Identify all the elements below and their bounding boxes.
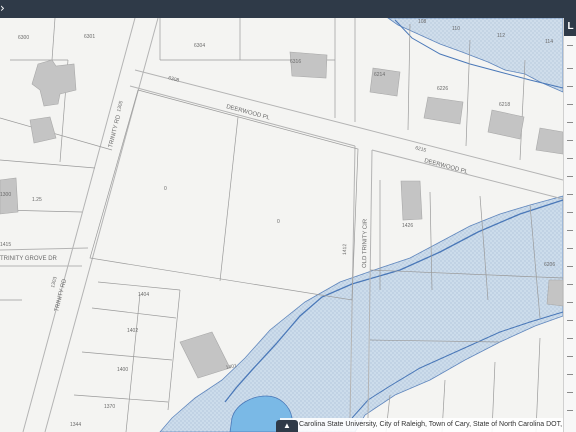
side-panel-header[interactable]: L <box>564 18 576 36</box>
panel-row <box>567 212 573 213</box>
parcel-label: 1426 <box>402 223 413 229</box>
panel-row <box>567 158 573 159</box>
building <box>289 51 328 79</box>
panel-row <box>567 45 573 46</box>
parcel-label: 6214 <box>374 72 385 78</box>
parcel-label: 108 <box>418 19 427 25</box>
parcel-label: 0 <box>164 186 167 192</box>
parcel-label: 1.25 <box>32 197 42 203</box>
panel-row <box>567 230 573 231</box>
panel-row <box>567 266 573 267</box>
parcel-label: 112 <box>497 33 505 39</box>
map-canvas[interactable]: DEERWOOD PL DEERWOOD PL TRINITY RD TRINI… <box>0 18 576 432</box>
street-label-trinity-grove-dr: TRINITY GROVE DR <box>0 256 58 262</box>
parcel-label: 6226 <box>437 86 448 92</box>
building <box>546 279 564 307</box>
parcel-label: 1402 <box>127 328 138 334</box>
parcel-label: 1300 <box>0 192 11 198</box>
panel-row <box>567 302 573 303</box>
panel-row <box>567 320 573 321</box>
panel-row <box>567 122 573 123</box>
parcel-label: 110 <box>452 26 460 32</box>
parcel-label: 6206 <box>544 262 555 268</box>
parcel-label: 114 <box>545 39 553 45</box>
parcel-label: 6300 <box>18 35 29 41</box>
building <box>535 127 564 155</box>
parcel-label: 6316 <box>290 59 301 65</box>
parcel-label: 1404 <box>138 292 149 298</box>
panel-row <box>567 338 573 339</box>
parcel-label: 0 <box>277 219 280 225</box>
street-label-old-trinity-cir: OLD TRINITY CIR <box>362 218 369 268</box>
panel-row <box>567 86 573 87</box>
panel-row <box>567 68 573 69</box>
panel-row <box>567 356 573 357</box>
panel-row <box>567 104 573 105</box>
parcel-label: 1400 <box>117 367 128 373</box>
chevron-up-icon[interactable]: ▲ <box>276 420 298 432</box>
menu-chevron-icon[interactable]: › <box>0 1 5 15</box>
panel-row <box>567 140 573 141</box>
parcel-label: 6301 <box>84 34 95 40</box>
parcel-label: 1344 <box>70 422 81 428</box>
building <box>400 180 423 221</box>
parcel-label: 1370 <box>104 404 115 410</box>
panel-row <box>567 284 573 285</box>
panel-row <box>567 374 573 375</box>
parcel-label: 6304 <box>194 43 205 49</box>
map-attribution: North Carolina State University, City of… <box>280 418 563 432</box>
panel-row <box>567 248 573 249</box>
parcel-label: 1415 <box>0 242 11 248</box>
side-panel[interactable]: L <box>563 18 576 432</box>
panel-row <box>567 176 573 177</box>
panel-row <box>567 392 573 393</box>
panel-row <box>567 410 573 411</box>
panel-row <box>567 194 573 195</box>
parcel-label: 6218 <box>499 102 510 108</box>
parcel-label: 1412 <box>342 244 348 255</box>
top-bar: › <box>0 0 576 18</box>
